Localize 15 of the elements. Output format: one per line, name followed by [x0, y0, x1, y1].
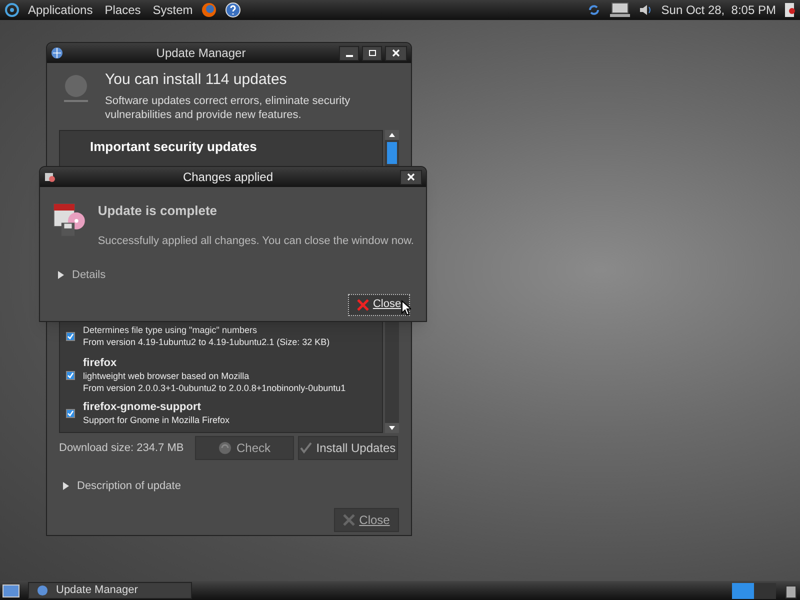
package-version: From version 4.19-1ubuntu2 to 4.19-1ubuntu2.1 (Size: 32 KB) [83, 336, 330, 348]
package-description: lightweight web browser based on Mozilla [83, 370, 250, 382]
package-name: firefox-gnome-support [83, 400, 202, 414]
section-heading: Important security updates [90, 138, 257, 156]
window-title: Update Manager [155, 45, 247, 62]
download-size: Download size: 234.7 MB [59, 440, 185, 456]
package-description: Determines file type using "magic" numbers [83, 324, 258, 336]
heading: You can install 114 updates [105, 71, 288, 90]
heading: Update is complete [98, 202, 218, 220]
package-description: Support for Gnome in Mozilla Firefox [83, 414, 230, 426]
subtitle: Software updates correct errors, eliminate security vulnerabilities and provide new features. [105, 94, 352, 122]
window-title: Changes applied [182, 169, 274, 186]
package-name: firefox [83, 356, 118, 370]
message: Successfully applied all changes. You can close the window now. [98, 234, 414, 248]
package-version: From version 2.0.0.3+1-0ubuntu2 to 2.0.0.8+1nobinonly-0ubuntu1 [83, 382, 346, 394]
